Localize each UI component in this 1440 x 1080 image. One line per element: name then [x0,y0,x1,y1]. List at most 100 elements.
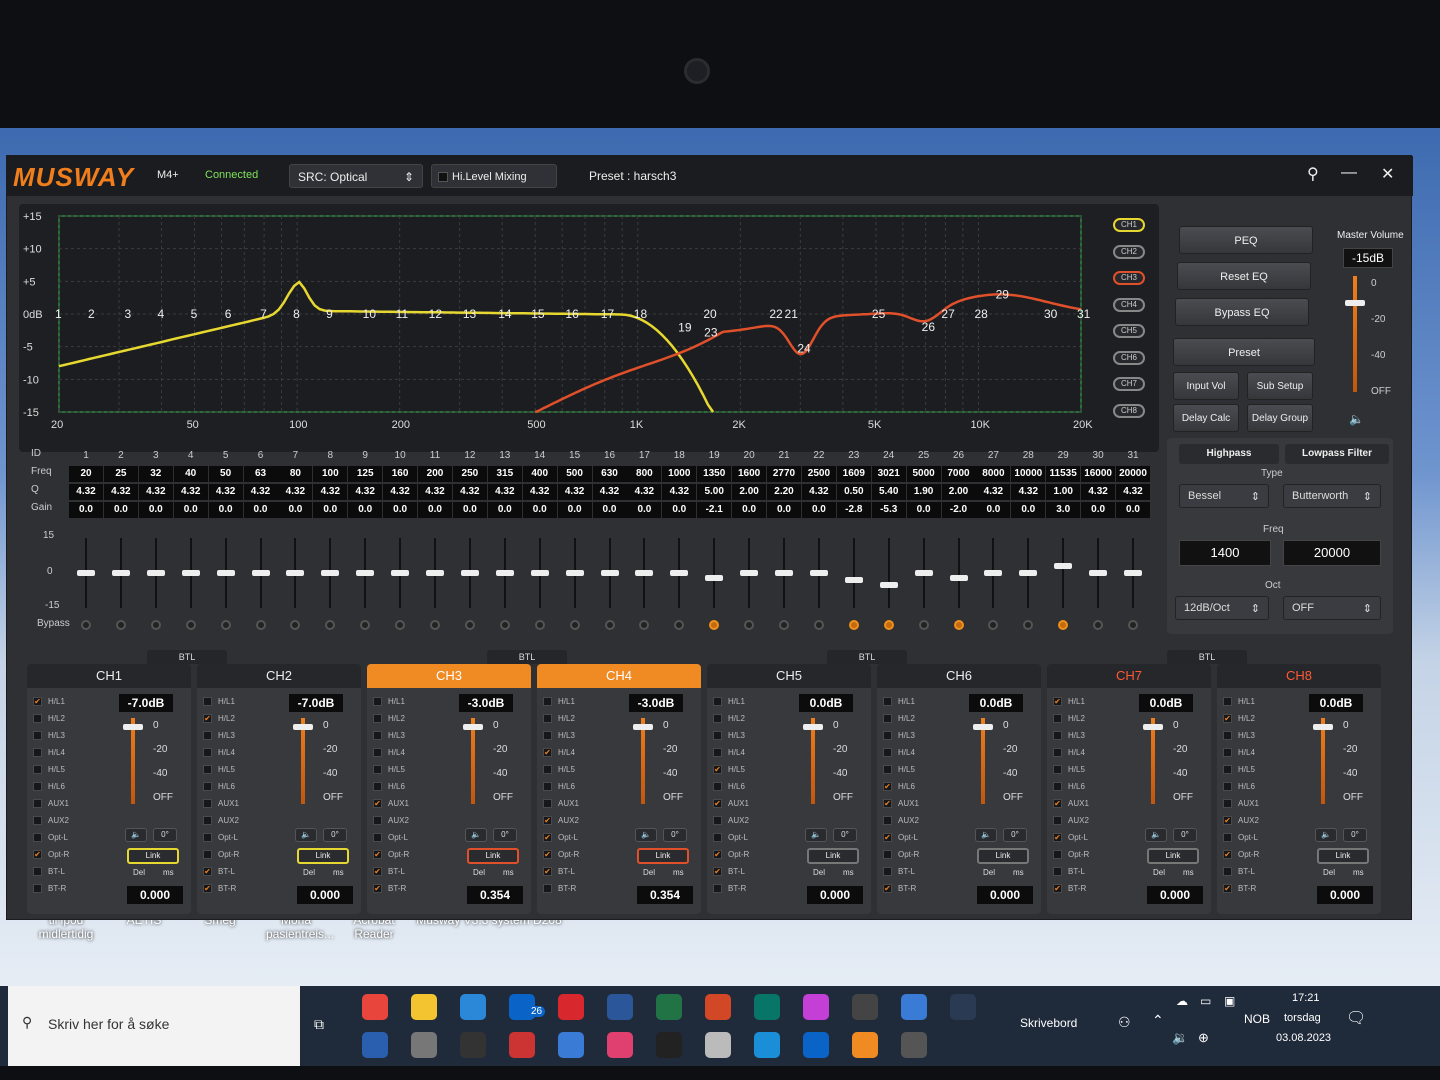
channel-volume-slider[interactable] [803,724,823,730]
phase-button[interactable]: 0° [833,828,857,842]
band-q-input[interactable]: 0.50 [836,484,871,500]
band-gain-input[interactable]: 0.0 [906,502,941,518]
band-gain-fader[interactable] [1081,528,1115,618]
eq-graph[interactable]: +15 +10 +5 0dB -5 -10 -15 20 50 100 200 500 1K 2K 5K 10… [19,204,1159,452]
input-routing-row[interactable]: H/L1 [713,694,745,710]
input-routing-row[interactable]: H/L3 [373,728,405,744]
input-checkbox[interactable]: ✔ [373,867,382,877]
input-checkbox[interactable]: ✔ [883,782,892,792]
input-routing-row[interactable]: ✔ Opt-L [1053,830,1088,846]
band-gain-fader[interactable] [418,528,452,618]
graph-ch8-button[interactable]: CH8 [1113,403,1145,418]
fader-knob[interactable] [111,570,130,576]
input-routing-row[interactable]: ✔ AUX1 [713,796,749,812]
input-checkbox[interactable] [713,697,722,707]
band-bypass-toggle[interactable] [220,620,231,630]
band-gain-input[interactable]: 0.0 [767,502,801,518]
delay-calc-button[interactable]: Delay Calc [1173,404,1239,432]
band-gain-input[interactable]: 0.0 [592,502,627,518]
link-button[interactable]: Link [637,848,689,864]
band-gain-input[interactable]: -5.3 [871,502,906,518]
phase-button[interactable]: 0° [663,828,687,842]
music-icon[interactable] [607,1032,633,1058]
band-gain-fader[interactable] [139,528,173,618]
input-checkbox[interactable]: ✔ [1223,714,1232,724]
lowpass-oct-select[interactable]: OFF ⇕ [1283,596,1381,620]
fader-knob[interactable] [530,570,549,576]
band-freq-input[interactable]: 2770 [767,466,801,482]
mute-icon[interactable]: 🔈 [465,828,487,842]
input-routing-row[interactable]: ✔ Opt-R [713,847,749,863]
band-gain-fader[interactable] [976,528,1010,618]
close-icon[interactable]: ✕ [1381,164,1394,184]
input-routing-row[interactable]: H/L3 [1053,728,1085,744]
band-gain-input[interactable]: 0.0 [173,502,208,518]
input-checkbox[interactable]: ✔ [33,850,42,860]
graph-ch1-button[interactable]: CH1 [1113,218,1145,232]
mute-icon[interactable]: 🔈 [125,828,147,842]
band-gain-input[interactable]: 0.0 [243,502,278,518]
input-routing-row[interactable]: AUX1 [1223,796,1259,812]
app-icon[interactable] [460,1032,486,1058]
globe-icon[interactable]: ⊕ [1198,1030,1209,1046]
band-bypass-toggle[interactable] [150,620,161,630]
input-routing-row[interactable]: ✔ Opt-R [33,847,69,863]
band-q-input[interactable]: 4.32 [976,484,1011,500]
input-routing-row[interactable]: H/L2 [373,711,405,727]
channel-delay-value[interactable]: 0.000 [127,886,183,904]
highpass-tab[interactable]: Highpass [1179,444,1279,464]
input-routing-row[interactable]: AUX1 [543,796,579,812]
clock-day[interactable]: torsdag [1284,1012,1321,1024]
input-checkbox[interactable] [713,816,722,826]
band-freq-input[interactable]: 100 [313,466,348,482]
fader-knob[interactable] [635,570,654,576]
app-icon[interactable] [362,1032,388,1058]
graph-ch2-button[interactable]: CH2 [1113,244,1145,259]
input-checkbox[interactable]: ✔ [543,748,552,758]
btl-bridge-label[interactable]: BTL [147,650,227,664]
fader-knob[interactable] [600,570,619,576]
input-checkbox[interactable]: ✔ [373,884,382,894]
input-checkbox[interactable]: ✔ [543,816,552,826]
minimize-icon[interactable]: — [1341,164,1357,182]
input-routing-row[interactable]: ✔ BT-L [713,864,745,880]
band-number-label[interactable]: 16 [565,307,579,321]
band-gain-input[interactable]: 0.0 [278,502,313,518]
source-select[interactable]: SRC: Optical ⇕ [289,164,423,188]
band-bypass-toggle[interactable] [185,620,196,630]
notification-icon[interactable]: 🗨 [1346,1008,1366,1028]
channel-delay-value[interactable]: 0.000 [297,886,353,904]
fader-knob[interactable] [565,570,584,576]
band-number-label[interactable]: 18 [634,307,648,321]
band-bypass-toggle[interactable] [569,620,580,630]
input-routing-row[interactable]: ✔ Opt-L [543,830,578,846]
btl-bridge-label[interactable]: BTL [827,650,907,664]
phase-button[interactable]: 0° [1343,828,1367,842]
lowpass-type-select[interactable]: Butterworth ⇕ [1283,484,1381,508]
highpass-type-select[interactable]: Bessel ⇕ [1179,484,1269,508]
input-checkbox[interactable]: ✔ [1053,799,1062,809]
input-routing-row[interactable]: H/L6 [203,779,235,795]
band-gain-fader[interactable] [802,528,836,618]
band-gain-input[interactable]: 0.0 [138,502,173,518]
input-checkbox[interactable] [543,765,552,775]
band-gain-fader[interactable] [453,528,487,618]
input-checkbox[interactable]: ✔ [883,884,892,894]
input-checkbox[interactable]: ✔ [1053,697,1062,707]
band-freq-input[interactable]: 1609 [836,466,871,482]
band-q-input[interactable]: 4.32 [383,484,418,500]
band-bypass-toggle[interactable] [918,620,929,630]
input-checkbox[interactable] [203,697,212,707]
band-gain-input[interactable]: 0.0 [418,502,452,518]
input-checkbox[interactable] [543,731,552,741]
channel-delay-value[interactable]: 0.354 [467,886,523,904]
input-checkbox[interactable] [1223,833,1232,843]
band-number-label[interactable]: 2 [88,307,95,321]
input-checkbox[interactable] [883,714,892,724]
sub-setup-button[interactable]: Sub Setup [1247,372,1313,400]
input-checkbox[interactable] [883,731,892,741]
input-checkbox[interactable]: ✔ [1053,833,1062,843]
band-gain-fader[interactable] [627,528,661,618]
acrobat-icon[interactable] [558,994,584,1020]
band-freq-input[interactable]: 2500 [801,466,836,482]
